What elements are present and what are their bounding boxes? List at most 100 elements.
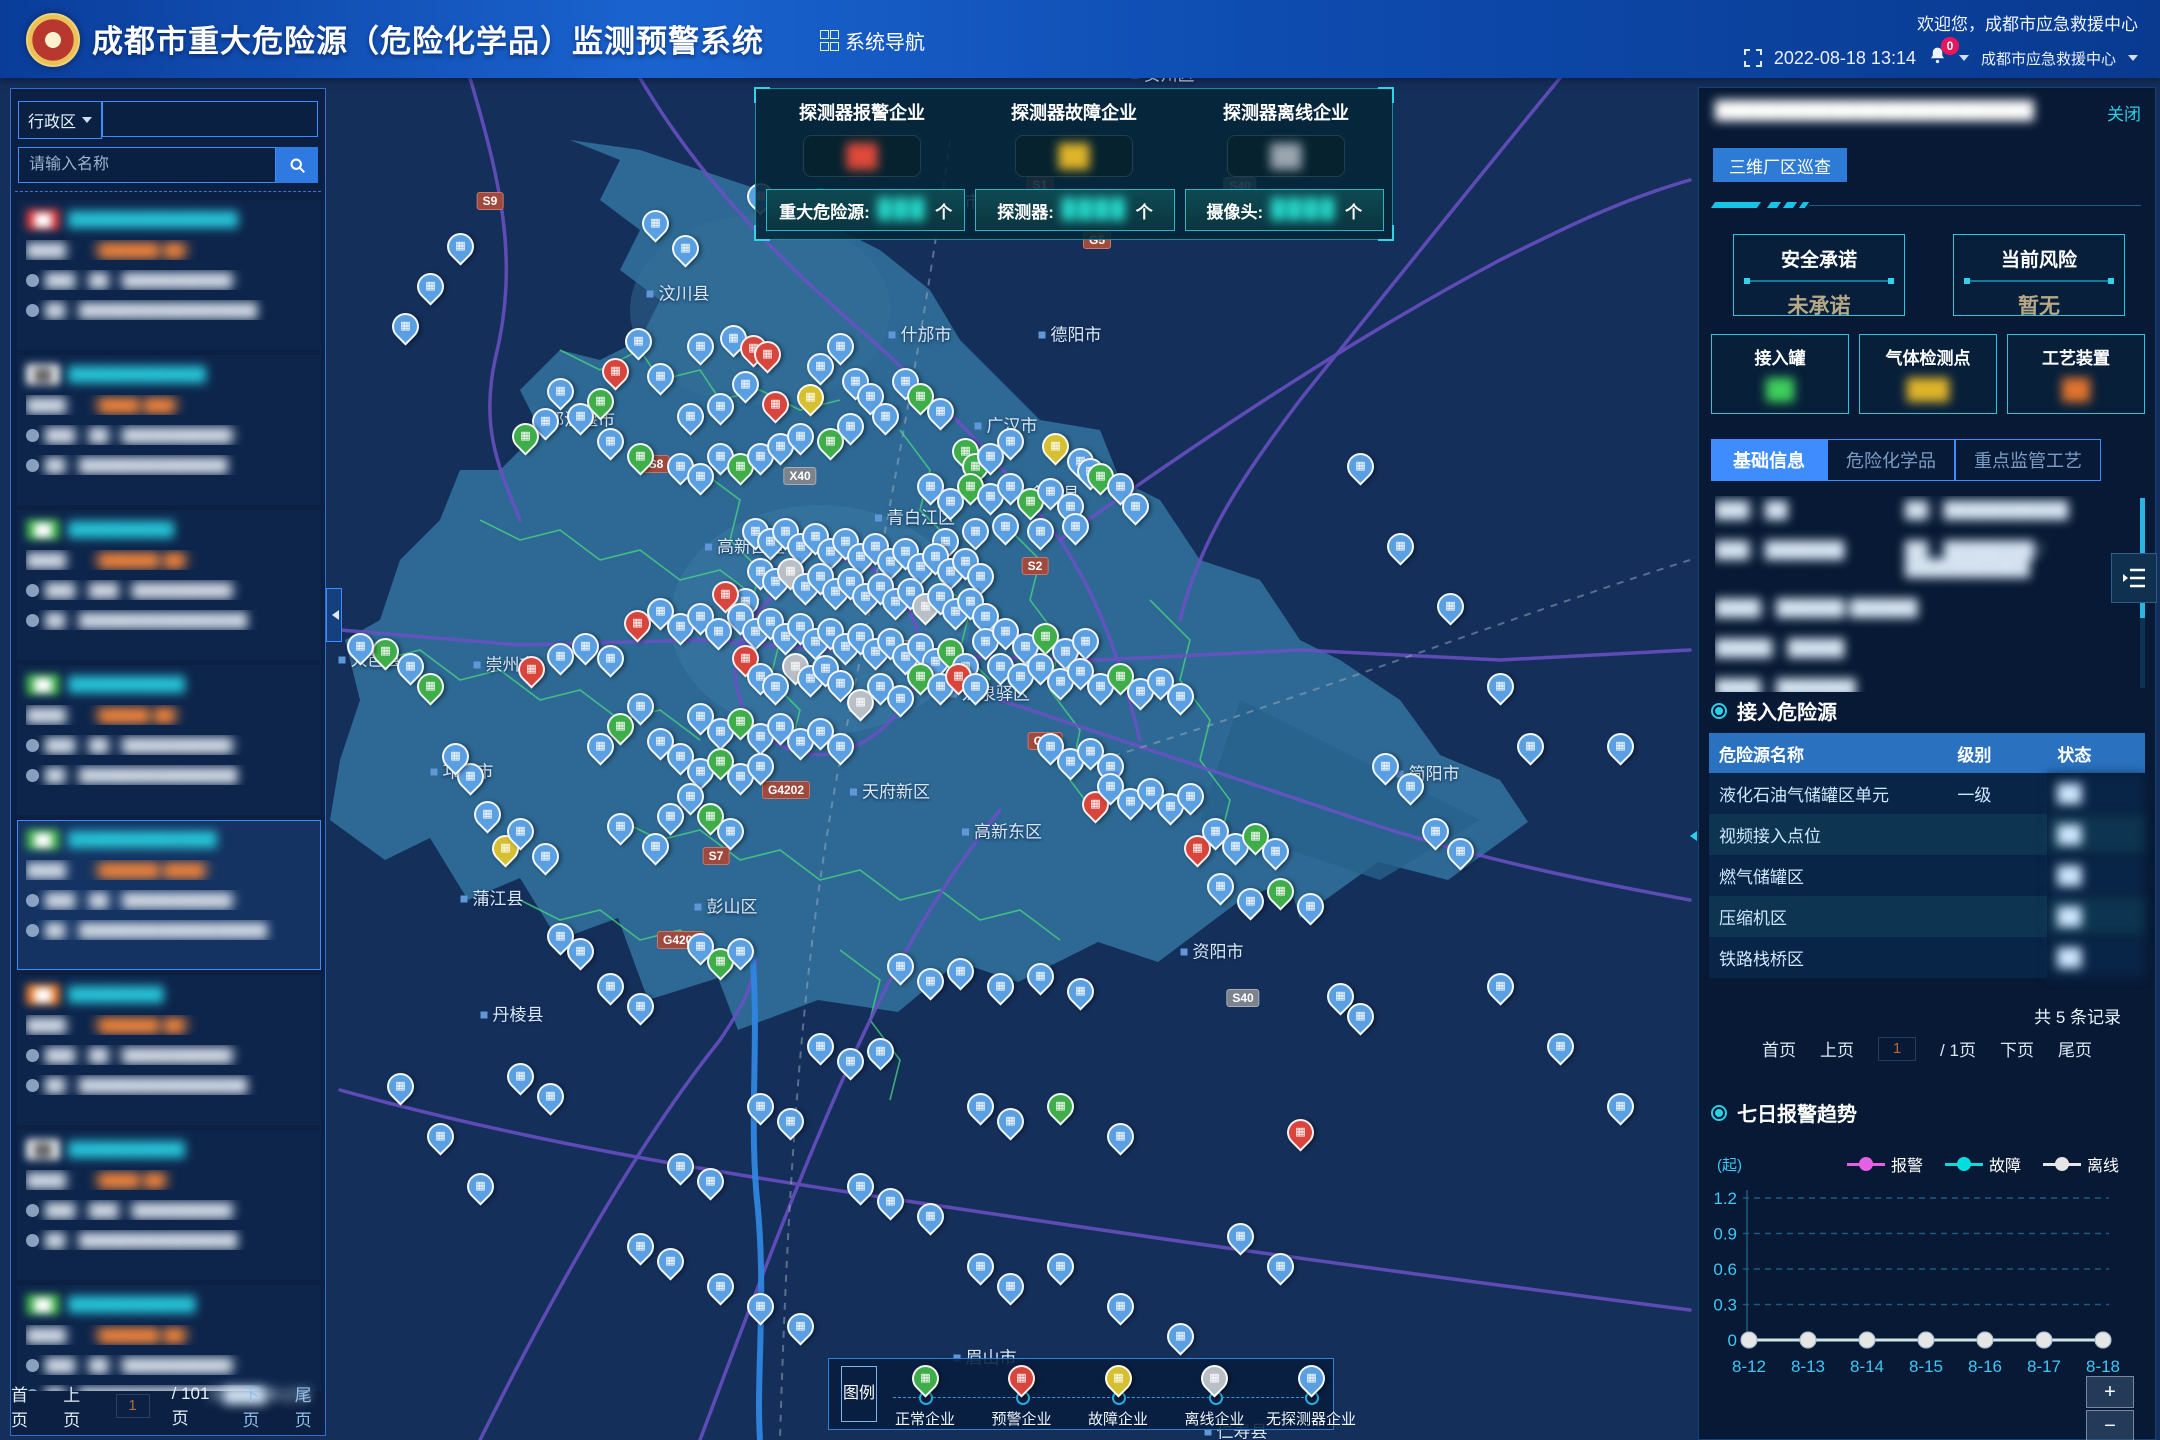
table-row[interactable]: 燃气储罐区██ xyxy=(1709,855,2145,896)
building-icon: ▦ xyxy=(889,955,912,978)
page-input[interactable]: 1 xyxy=(116,1394,150,1418)
page-first[interactable]: 首页 xyxy=(1762,1036,1796,1061)
hazard-name-cell: 铁路栈桥区 xyxy=(1709,937,1947,978)
building-icon: ▦ xyxy=(1349,1005,1372,1028)
category-value: 【████-███】 xyxy=(86,395,188,415)
location-icon xyxy=(26,459,39,472)
stat-card-label: 探测器离线企业 xyxy=(1186,99,1386,125)
panel-collapse-handle[interactable] xyxy=(1685,823,1697,849)
address-text: ██：████████████████ xyxy=(45,765,238,785)
company-list-item[interactable]: ████████████████：【██████-██】███：███（████… xyxy=(17,510,321,660)
company-contact-row: ███：██（███████████） xyxy=(26,890,312,910)
welcome-text: 欢迎您，成都市应急救援中心 xyxy=(1917,10,2138,35)
page-first[interactable]: 首页 xyxy=(11,1381,41,1431)
trend-section-header: 七日报警趋势 xyxy=(1711,1098,1857,1127)
detail-row: ████：██████-██████ xyxy=(1715,594,2119,618)
current-risk-value: 暂无 xyxy=(1954,290,2124,320)
svg-text:0.9: 0.9 xyxy=(1713,1225,1737,1244)
page-last[interactable]: 尾页 xyxy=(295,1381,325,1431)
close-button[interactable]: 关闭 xyxy=(2107,100,2141,125)
system-nav-button[interactable]: 系统导航 xyxy=(820,26,925,55)
company-address-row: ██：█████████████████ xyxy=(26,610,312,630)
company-name: ██████████ xyxy=(68,521,174,538)
company-list-item[interactable]: ███████████████████：【████-███】███：██（███… xyxy=(17,355,321,505)
company-list-item[interactable]: ██████████████████████：【██████-██】███：██… xyxy=(17,200,321,350)
company-list-item[interactable]: █████████████████：【████-██】███：███（█████… xyxy=(17,1130,321,1280)
legend-pin-icon: ▦ xyxy=(1099,1359,1137,1397)
asset-card-label: 接入罐 xyxy=(1712,344,1848,369)
building-icon: ▦ xyxy=(829,335,852,358)
location-icon xyxy=(26,614,39,627)
building-icon: ▦ xyxy=(509,820,532,843)
search-input[interactable] xyxy=(18,147,276,183)
table-row[interactable]: 铁路栈桥区██ xyxy=(1709,937,2145,978)
page-next[interactable]: 下页 xyxy=(242,1381,272,1431)
building-icon: ▦ xyxy=(919,970,942,993)
stat-card-value: ██ xyxy=(1270,143,1301,169)
status-badge: ██ xyxy=(26,519,60,540)
company-item-header: ██████████████ xyxy=(26,1294,312,1315)
system-nav-label: 系统导航 xyxy=(845,26,925,55)
tab-key-processes[interactable]: 重点监管工艺 xyxy=(1955,439,2101,481)
zoom-in-button[interactable]: + xyxy=(2086,1376,2134,1408)
stat-card-label: 探测器报警企业 xyxy=(762,99,962,125)
page-prev[interactable]: 上页 xyxy=(63,1381,93,1431)
page-last[interactable]: 尾页 xyxy=(2058,1036,2092,1061)
table-row[interactable]: 压缩机区██ xyxy=(1709,896,2145,937)
tab-hazardous-chemicals[interactable]: 危险化学品 xyxy=(1827,439,1955,481)
fullscreen-icon[interactable] xyxy=(1744,49,1762,67)
district-value-field[interactable] xyxy=(102,101,318,137)
chart-legend-item[interactable]: 故障 xyxy=(1945,1152,2021,1176)
company-list-item[interactable]: ██████████████████：【██████-██】███：██（███… xyxy=(17,1285,321,1391)
sidebar-collapse-handle[interactable] xyxy=(326,588,342,642)
table-row[interactable]: 液化石油气储罐区单元一级██ xyxy=(1709,773,2145,814)
chart-legend-item[interactable]: 报警 xyxy=(1847,1152,1923,1176)
search-button[interactable] xyxy=(276,147,318,183)
building-icon: ▦ xyxy=(659,805,682,828)
map-zoom-control: + − xyxy=(2086,1376,2134,1440)
table-row[interactable]: 视频接入点位██ xyxy=(1709,814,2145,855)
building-icon: ▦ xyxy=(829,735,852,758)
company-list-item[interactable]: █████████████████：【█████-██】███：██（█████… xyxy=(17,665,321,815)
zoom-out-button[interactable]: − xyxy=(2086,1410,2134,1440)
grid-icon xyxy=(820,30,837,51)
location-icon xyxy=(26,304,39,317)
detail-label-value: ██：███████████ xyxy=(1905,496,2119,520)
building-icon: ▦ xyxy=(1519,735,1542,758)
detail-label-value: ███：██ xyxy=(1715,496,1905,520)
building-icon: ▦ xyxy=(849,1175,872,1198)
expand-details-button[interactable] xyxy=(2111,553,2157,603)
location-icon xyxy=(26,769,39,782)
factory-3d-tour-button[interactable]: 三维厂区巡查 xyxy=(1713,148,1847,182)
page-next[interactable]: 下页 xyxy=(2000,1036,2034,1061)
building-icon: ▦ xyxy=(874,405,897,428)
building-icon: ▦ xyxy=(609,815,632,838)
safety-promise-card: 安全承诺 未承诺 xyxy=(1733,234,1905,316)
current-risk-card: 当前风险 暂无 xyxy=(1953,234,2125,316)
page-input[interactable]: 1 xyxy=(1878,1037,1916,1061)
map-label: 资阳市 xyxy=(1181,938,1244,963)
location-icon xyxy=(26,924,39,937)
org-name[interactable]: 成都市应急救援中心 xyxy=(1981,48,2116,69)
company-list-item[interactable]: ████████████████████：【██████-████】███：██… xyxy=(17,820,321,970)
tab-basic-info[interactable]: 基础信息 xyxy=(1711,439,1827,481)
stat-card-valuebox: ██ xyxy=(1015,135,1133,177)
city-dot-icon xyxy=(850,789,857,796)
building-icon: ▦ xyxy=(629,445,652,468)
table-pagination: 首页 上页 1 / 1页 下页 尾页 xyxy=(1699,1036,2155,1061)
detail-row: ████：███████ xyxy=(1715,674,2119,692)
counter-label: 重大危险源: xyxy=(779,198,870,223)
city-dot-icon xyxy=(431,769,438,776)
page-prev[interactable]: 上页 xyxy=(1820,1036,1854,1061)
building-icon: ▦ xyxy=(1044,435,1067,458)
stat-card: 探测器离线企业 ██ xyxy=(1186,99,1386,177)
company-list-item[interactable]: ███████████████：【██████-██】███：██（██████… xyxy=(17,975,321,1125)
hazard-section-header: 接入危险源 xyxy=(1711,696,1837,725)
district-select[interactable]: 行政区 xyxy=(18,101,102,139)
map-label: 彭山区 xyxy=(695,893,758,918)
chart-legend-item[interactable]: 离线 xyxy=(2043,1152,2119,1176)
svg-text:8-18: 8-18 xyxy=(2086,1357,2120,1376)
category-value: 【██████-██】 xyxy=(86,1325,198,1345)
building-icon: ▦ xyxy=(449,235,472,258)
notification-bell[interactable]: 0 xyxy=(1928,46,1947,70)
